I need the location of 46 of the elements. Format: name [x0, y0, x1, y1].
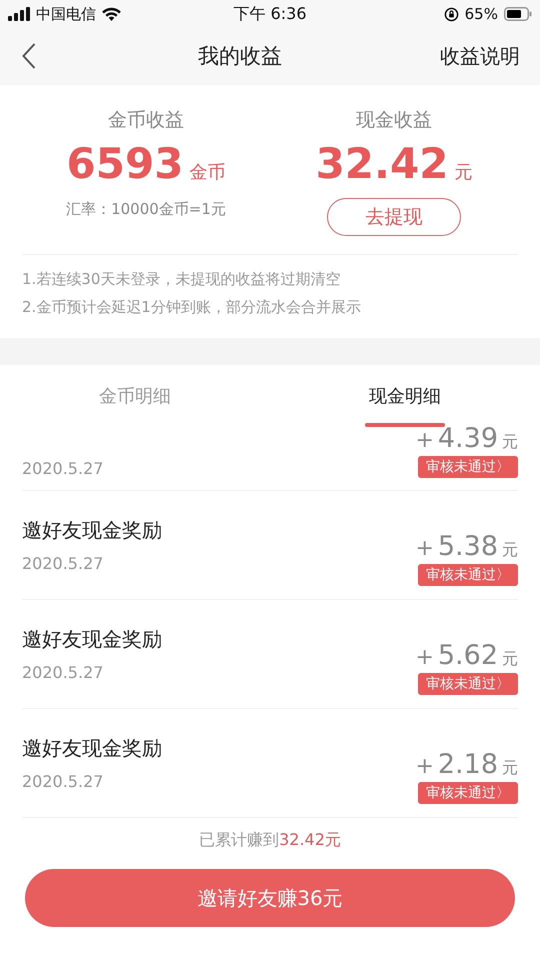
currency-unit: 金币 — [189, 161, 226, 184]
battery-percent: 65% — [464, 5, 498, 23]
carrier-name: 中国电信 — [36, 4, 96, 24]
record-date: 2020.5.27 — [22, 772, 104, 791]
record-title: 邀好友现金奖励 — [22, 735, 162, 762]
earnings-label: 金币收益 — [108, 108, 184, 133]
exchange-rate: 汇率：10000金币=1元 — [66, 200, 226, 219]
record-title: 邀好友现金奖励 — [22, 517, 162, 544]
earnings-amount: 32.42 — [316, 139, 448, 188]
review-status-tag[interactable]: 审核未通过〉 — [418, 782, 518, 804]
record-date: 2020.5.27 — [22, 554, 104, 573]
plus-sign: + — [415, 644, 434, 670]
page-title: 我的收益 — [197, 43, 283, 70]
record-amount: 5.38 — [438, 530, 498, 562]
earnings-label: 现金收益 — [356, 108, 432, 133]
earnings-amount: 6593 — [66, 139, 184, 188]
record-date: 2020.5.27 — [22, 459, 104, 478]
currency-unit: 元 — [502, 540, 518, 560]
record-date: 2020.5.27 — [22, 663, 104, 682]
notice-text: 2.金币预计会延迟1分钟到账，部分流水会合并展示 — [22, 297, 362, 318]
review-status-tag[interactable]: 审核未通过〉 — [418, 672, 518, 694]
status-time: 下午 6:36 — [233, 4, 306, 24]
wifi-icon — [102, 7, 121, 21]
plus-sign: + — [415, 754, 434, 778]
record-amount: 2.18 — [438, 748, 498, 780]
total-label: 已累计赚到 — [199, 830, 280, 849]
back-chevron-icon — [22, 43, 36, 69]
rotation-lock-icon — [444, 6, 459, 22]
tab[interactable]: 金币明细 — [0, 365, 270, 427]
signal-icon — [8, 7, 30, 21]
currency-unit: 元 — [502, 758, 518, 778]
withdraw-button[interactable]: 去提现 — [327, 198, 461, 236]
review-status-tag[interactable]: 审核未通过〉 — [418, 564, 518, 586]
currency-unit: 元 — [454, 161, 472, 184]
explanation-link[interactable]: 收益说明 — [440, 42, 520, 70]
notice-text: 1.若连续30天未登录，未提现的收益将过期清空 — [22, 269, 342, 290]
battery-icon — [504, 7, 532, 21]
invite-button[interactable]: 邀请好友赚36元 — [25, 869, 515, 927]
currency-unit: 元 — [502, 648, 518, 670]
plus-sign: + — [415, 536, 434, 560]
plus-sign: + — [415, 428, 434, 453]
review-status-tag[interactable]: 审核未通过〉 — [418, 456, 518, 478]
currency-unit: 元 — [502, 432, 518, 453]
record-title: 邀好友现金奖励 — [22, 626, 162, 653]
record-amount: 5.62 — [438, 640, 498, 670]
total-amount: 32.42元 — [279, 830, 341, 849]
